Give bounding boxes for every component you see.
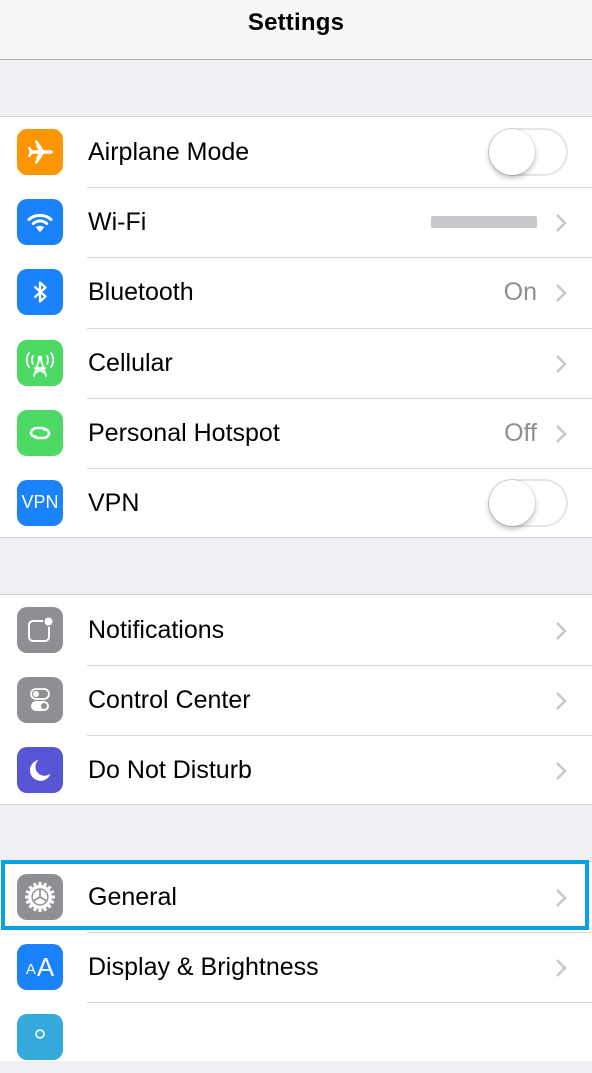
chevron-right-icon xyxy=(556,762,567,781)
small-a-glyph: A xyxy=(25,961,36,979)
settings-row-bluetooth[interactable]: Bluetooth On xyxy=(0,257,592,327)
toggle-knob[interactable] xyxy=(489,129,535,175)
control-center-icon xyxy=(17,677,63,724)
moon-icon xyxy=(17,747,63,794)
airplane-icon xyxy=(17,129,63,175)
row-label: Airplane Mode xyxy=(88,138,250,166)
wallpaper-icon xyxy=(17,1014,63,1061)
row-label: Bluetooth xyxy=(88,278,194,307)
connectivity-section: Airplane Mode Wi-Fi (redacted network na… xyxy=(0,116,592,538)
wifi-network-name-redacted: (redacted network name) xyxy=(431,216,537,229)
chevron-right-icon xyxy=(556,959,567,978)
hotspot-link-icon xyxy=(17,409,63,456)
notifications-icon xyxy=(17,607,63,653)
bluetooth-status-value: On xyxy=(503,278,537,307)
settings-row-general[interactable]: General xyxy=(0,862,592,932)
settings-row-display-brightness[interactable]: AA Display & Brightness xyxy=(0,932,592,1002)
vpn-toggle[interactable] xyxy=(488,478,568,527)
chevron-right-icon xyxy=(556,424,567,443)
text-size-icon: AA xyxy=(17,944,63,991)
vpn-icon-text: VPN xyxy=(21,492,59,513)
chevron-right-icon xyxy=(556,284,567,303)
settings-row-control-center[interactable]: Control Center xyxy=(0,665,592,735)
row-label: Cellular xyxy=(88,348,173,377)
hotspot-status-value: Off xyxy=(504,418,537,447)
chevron-right-icon xyxy=(556,889,567,907)
row-label: Control Center xyxy=(88,686,251,715)
page-title: Settings xyxy=(247,9,345,36)
chevron-right-icon xyxy=(556,692,567,711)
settings-row-vpn[interactable]: VPN VPN xyxy=(0,467,592,538)
chevron-right-icon xyxy=(556,214,567,233)
cellular-antenna-icon xyxy=(17,339,63,386)
settings-row-wifi[interactable]: Wi-Fi (redacted network name) xyxy=(0,187,592,257)
chevron-right-icon xyxy=(556,354,567,373)
bluetooth-icon xyxy=(17,269,63,316)
navigation-bar: Settings xyxy=(0,0,592,60)
wifi-icon xyxy=(17,199,63,246)
settings-row-wallpaper-partial[interactable] xyxy=(0,1002,592,1072)
airplane-mode-toggle[interactable] xyxy=(488,128,568,176)
toggle-knob[interactable] xyxy=(489,479,535,526)
row-label: General xyxy=(88,883,177,911)
row-label: Wi-Fi xyxy=(88,208,147,237)
settings-row-airplane-mode[interactable]: Airplane Mode xyxy=(0,117,592,187)
system-section: Notifications Control Center Do Not Dist… xyxy=(0,594,592,805)
chevron-right-icon xyxy=(556,622,567,640)
settings-row-cellular[interactable]: Cellular xyxy=(0,327,592,398)
gear-icon xyxy=(17,874,63,920)
row-label: VPN xyxy=(88,488,140,517)
large-a-glyph: A xyxy=(36,951,55,982)
settings-row-notifications[interactable]: Notifications xyxy=(0,595,592,665)
row-label: Do Not Disturb xyxy=(88,756,252,785)
row-label: Personal Hotspot xyxy=(88,418,280,447)
device-section: General AA Display & Brightness xyxy=(0,861,592,1061)
settings-row-personal-hotspot[interactable]: Personal Hotspot Off xyxy=(0,397,592,468)
row-label: Notifications xyxy=(88,616,225,644)
row-label: Display & Brightness xyxy=(88,953,319,982)
vpn-icon: VPN xyxy=(17,479,63,526)
settings-row-do-not-disturb[interactable]: Do Not Disturb xyxy=(0,735,592,805)
